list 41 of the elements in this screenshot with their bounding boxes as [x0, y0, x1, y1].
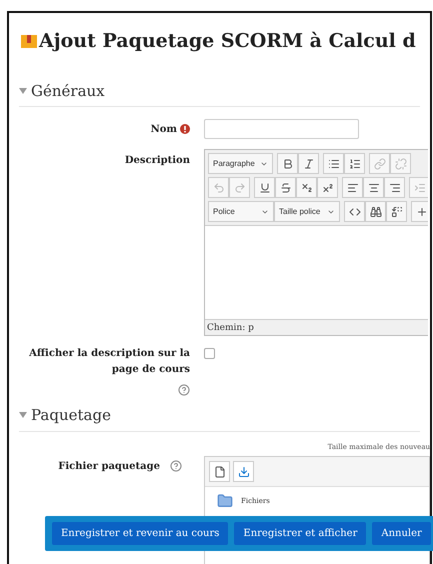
numbered-list-icon[interactable]	[344, 153, 365, 174]
code-icon[interactable]	[344, 201, 365, 222]
text-input[interactable]	[204, 119, 359, 139]
page-title: Ajout Paquetage SCORM à Calcul d	[39, 29, 416, 54]
bold-icon[interactable]	[277, 153, 298, 174]
subscript-icon[interactable]	[296, 177, 317, 198]
align-center-icon[interactable]	[363, 177, 384, 198]
caret-down-icon[interactable]	[19, 412, 27, 418]
field-label: Fichier paquetage	[58, 460, 160, 474]
dropdown[interactable]: Taille police	[274, 201, 340, 222]
binoculars-icon[interactable]	[365, 201, 386, 222]
editor-path: Chemin: p	[205, 319, 428, 335]
strikethrough-icon[interactable]	[275, 177, 296, 198]
plus-icon[interactable]	[411, 201, 428, 222]
folder-icon	[217, 493, 233, 509]
checkbox[interactable]	[204, 348, 215, 359]
footer-button[interactable]: Annuler	[372, 522, 431, 545]
section-heading[interactable]: Paquetage	[31, 404, 111, 426]
footer-button[interactable]: Enregistrer et revenir au cours	[52, 522, 228, 545]
package-icon	[21, 34, 37, 48]
italic-icon[interactable]	[298, 153, 319, 174]
download-button[interactable]	[233, 461, 254, 482]
superscript-icon[interactable]	[317, 177, 338, 198]
underline-icon[interactable]	[254, 177, 275, 198]
dropdown[interactable]: Paragraphe	[208, 153, 273, 174]
field-label: Description	[124, 154, 190, 168]
replace-icon[interactable]	[386, 201, 407, 222]
caret-down-icon[interactable]	[19, 88, 27, 94]
help-icon[interactable]	[170, 460, 182, 472]
field-label: Afficher la description sur la page de cours	[28, 347, 190, 377]
help-icon[interactable]	[178, 384, 190, 396]
dropdown[interactable]: Police	[208, 201, 274, 222]
align-left-icon[interactable]	[342, 177, 363, 198]
footer-button[interactable]: Enregistrer et afficher	[234, 522, 366, 545]
section-heading[interactable]: Généraux	[31, 80, 105, 102]
field-label: Nom	[150, 122, 177, 136]
align-right-icon[interactable]	[384, 177, 405, 198]
bullet-list-icon[interactable]	[323, 153, 344, 174]
download-icon	[238, 466, 250, 478]
file-icon	[214, 466, 226, 478]
add-file-button[interactable]	[209, 461, 230, 482]
